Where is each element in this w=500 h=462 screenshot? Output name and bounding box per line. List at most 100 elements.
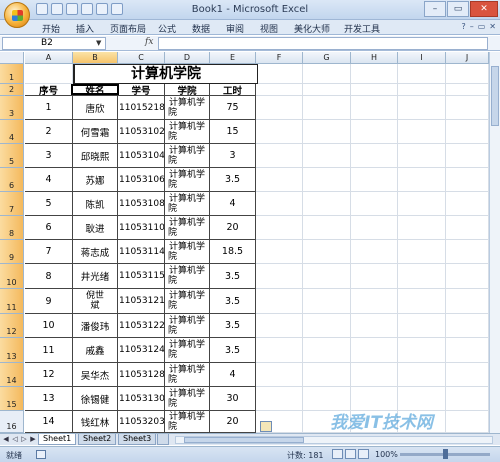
name-box[interactable]: B2 [2, 37, 106, 50]
cell[interactable] [446, 338, 489, 363]
cell[interactable] [256, 168, 303, 192]
column-header-b[interactable]: B [73, 52, 118, 64]
cell[interactable] [256, 84, 303, 96]
column-header-d[interactable]: D [165, 52, 210, 64]
table-cell-no[interactable]: 5 [25, 192, 73, 216]
table-cell-hours[interactable]: 20 [210, 216, 256, 240]
table-cell-name[interactable]: 井光绪 [73, 264, 118, 289]
table-cell-hours[interactable]: 3.5 [210, 338, 256, 363]
table-cell-no[interactable]: 6 [25, 216, 73, 240]
page-layout-view-icon[interactable] [345, 449, 356, 459]
cell[interactable] [256, 338, 303, 363]
wb-restore-icon[interactable]: ▭ [478, 22, 486, 31]
table-cell-college[interactable]: 计算机学院 [165, 289, 210, 314]
table-cell-hours[interactable]: 3.5 [210, 168, 256, 192]
table-cell-name[interactable]: 苏娜 [73, 168, 118, 192]
sheet-tab-2[interactable]: Sheet2 [78, 434, 117, 445]
cell[interactable] [398, 144, 446, 168]
table-cell-id[interactable]: 11053114 [118, 240, 165, 264]
cell[interactable] [303, 84, 351, 96]
cell[interactable] [303, 192, 351, 216]
cell[interactable] [303, 144, 351, 168]
table-cell-college[interactable]: 计算机学院 [165, 96, 210, 120]
table-cell-id[interactable]: 11053122 [118, 314, 165, 338]
table-cell-id[interactable]: 11053124 [118, 338, 165, 363]
cell[interactable] [256, 64, 303, 84]
table-cell-college[interactable]: 计算机学院 [165, 144, 210, 168]
table-cell-hours[interactable]: 15 [210, 120, 256, 144]
cell[interactable] [351, 338, 398, 363]
table-cell-id[interactable]: 11053104 [118, 144, 165, 168]
table-cell-college[interactable]: 计算机学院 [165, 314, 210, 338]
cell[interactable] [398, 192, 446, 216]
cell[interactable] [303, 264, 351, 289]
tab-review[interactable]: 审阅 [226, 22, 244, 35]
close-icon[interactable]: ✕ [470, 1, 498, 17]
table-cell-college[interactable]: 计算机学院 [165, 264, 210, 289]
column-header-f[interactable]: F [256, 52, 303, 64]
cell[interactable] [446, 216, 489, 240]
help-icon[interactable]: ? [461, 22, 465, 31]
vertical-scroll-thumb[interactable] [491, 66, 499, 126]
table-cell-hours[interactable]: 4 [210, 192, 256, 216]
maximize-icon[interactable]: ▭ [447, 1, 469, 17]
cell[interactable] [351, 192, 398, 216]
cell[interactable] [351, 144, 398, 168]
table-title[interactable]: 计算机学院 [73, 64, 258, 84]
table-cell-name[interactable]: 潘俊玮 [73, 314, 118, 338]
cell[interactable] [398, 314, 446, 338]
cell[interactable] [446, 120, 489, 144]
column-header-h[interactable]: H [351, 52, 398, 64]
cell[interactable] [303, 168, 351, 192]
row-header-14[interactable]: 14 [0, 363, 24, 387]
table-cell-id[interactable]: 11053128 [118, 363, 165, 387]
wb-minimize-icon[interactable]: – [470, 22, 474, 31]
sheet-tab-3[interactable]: Sheet3 [118, 434, 157, 445]
cell[interactable] [446, 363, 489, 387]
cell[interactable] [351, 168, 398, 192]
cell[interactable] [256, 120, 303, 144]
table-cell-id[interactable]: 11053121 [118, 289, 165, 314]
column-header-g[interactable]: G [303, 52, 351, 64]
cell[interactable] [303, 289, 351, 314]
row-header-7[interactable]: 7 [0, 192, 24, 216]
cell[interactable] [398, 363, 446, 387]
tab-page-layout[interactable]: 页面布局 [110, 22, 146, 35]
cell[interactable] [351, 289, 398, 314]
table-cell-name[interactable]: 何雪霜 [73, 120, 118, 144]
row-header-6[interactable]: 6 [0, 168, 24, 192]
row-header-11[interactable]: 11 [0, 289, 24, 314]
cell[interactable] [446, 289, 489, 314]
table-cell-id[interactable]: 11015218 [118, 96, 165, 120]
header-cell[interactable]: 姓名 [73, 84, 118, 96]
sheet-tab-1[interactable]: Sheet1 [38, 434, 77, 445]
table-cell-name[interactable]: 吴华杰 [73, 363, 118, 387]
cell[interactable] [351, 120, 398, 144]
table-cell-no[interactable]: 10 [25, 314, 73, 338]
table-cell-name[interactable]: 唐欣 [73, 96, 118, 120]
cell[interactable] [303, 96, 351, 120]
table-cell-name[interactable]: 陈凯 [73, 192, 118, 216]
header-cell[interactable]: 序号 [25, 84, 73, 96]
table-cell-college[interactable]: 计算机学院 [165, 192, 210, 216]
table-cell-id[interactable]: 11053115 [118, 264, 165, 289]
last-sheet-icon[interactable]: ▶ [29, 435, 37, 443]
row-header-5[interactable]: 5 [0, 144, 24, 168]
cell[interactable] [256, 240, 303, 264]
tab-home[interactable]: 开始 [42, 22, 60, 35]
prev-sheet-icon[interactable]: ◁ [11, 435, 19, 443]
cell[interactable] [446, 96, 489, 120]
table-cell-hours[interactable]: 3.5 [210, 314, 256, 338]
row-header-3[interactable]: 3 [0, 96, 24, 120]
cell[interactable] [303, 120, 351, 144]
cell[interactable] [303, 363, 351, 387]
row-header-1[interactable]: 1 [0, 64, 24, 84]
select-all-corner[interactable] [0, 52, 24, 64]
cell[interactable] [398, 120, 446, 144]
cell[interactable] [351, 84, 398, 96]
table-cell-college[interactable]: 计算机学院 [165, 363, 210, 387]
cell[interactable] [256, 216, 303, 240]
table-cell-name[interactable]: 戚鑫 [73, 338, 118, 363]
table-cell-no[interactable]: 9 [25, 289, 73, 314]
table-cell-college[interactable]: 计算机学院 [165, 240, 210, 264]
